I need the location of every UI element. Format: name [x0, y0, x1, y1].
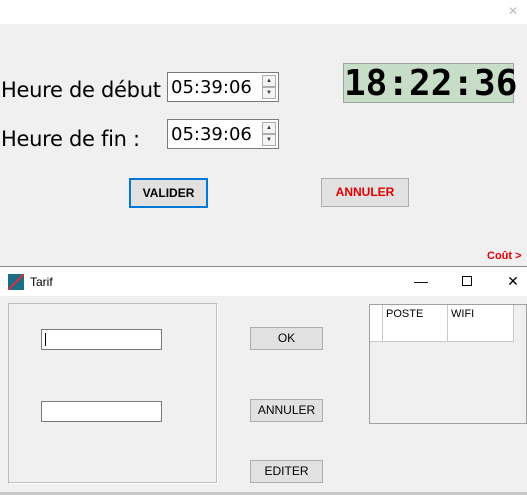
grid-cell-wifi[interactable]: [448, 324, 514, 341]
validate-button[interactable]: VALIDER: [129, 178, 208, 208]
dialog-titlebar[interactable]: Tarif — ✕: [0, 267, 527, 296]
minimize-icon[interactable]: —: [398, 267, 444, 296]
cost-link[interactable]: Coût >: [487, 250, 522, 262]
cancel-button[interactable]: ANNULER: [321, 178, 409, 207]
edit-button[interactable]: EDITER: [250, 460, 323, 483]
spin-up-icon[interactable]: ▲: [262, 75, 276, 87]
end-time-value: 05:39:06: [171, 124, 252, 145]
grid-column-poste[interactable]: POSTE: [383, 305, 448, 324]
spin-up-icon[interactable]: ▲: [262, 122, 276, 134]
main-window-close-icon[interactable]: ✕: [503, 2, 523, 20]
end-time-label: Heure de fin :: [1, 127, 140, 151]
tarif-grid[interactable]: POSTE WIFI: [369, 304, 527, 424]
close-icon[interactable]: ✕: [490, 267, 527, 296]
current-time-text: 18:22:36: [344, 63, 518, 104]
spin-down-icon[interactable]: ▼: [262, 87, 276, 99]
start-time-value: 05:39:06: [171, 77, 252, 98]
text-caret: [45, 333, 46, 346]
spin-down-icon[interactable]: ▼: [262, 134, 276, 146]
grid-cell-poste[interactable]: [383, 324, 448, 341]
current-time-display: 18:22:36: [343, 63, 518, 104]
grid-new-row[interactable]: [370, 324, 514, 342]
grid-column-wifi[interactable]: WIFI: [448, 305, 514, 324]
ok-button[interactable]: OK: [250, 327, 323, 350]
main-window-titlebar: [0, 0, 527, 24]
dialog-cancel-button[interactable]: ANNULER: [250, 399, 323, 422]
maximize-icon[interactable]: [444, 267, 490, 296]
app-icon: [8, 274, 24, 290]
start-time-spinner[interactable]: ▲ ▼: [262, 75, 276, 99]
tarif-input-1[interactable]: [41, 329, 162, 350]
grid-corner: [370, 305, 383, 324]
tarif-input-2[interactable]: [41, 401, 162, 422]
end-time-picker[interactable]: 05:39:06 ▲ ▼: [167, 119, 279, 149]
grid-header: POSTE WIFI: [370, 305, 514, 324]
dialog-title: Tarif: [30, 275, 53, 289]
start-time-picker[interactable]: 05:39:06 ▲ ▼: [167, 72, 279, 102]
desktop-area: ✕ Heure de début : 05:39:06 ▲ ▼ Heure de…: [0, 0, 527, 495]
row-header-cell[interactable]: [370, 324, 383, 341]
start-time-label: Heure de début :: [1, 78, 174, 102]
end-time-spinner[interactable]: ▲ ▼: [262, 122, 276, 146]
